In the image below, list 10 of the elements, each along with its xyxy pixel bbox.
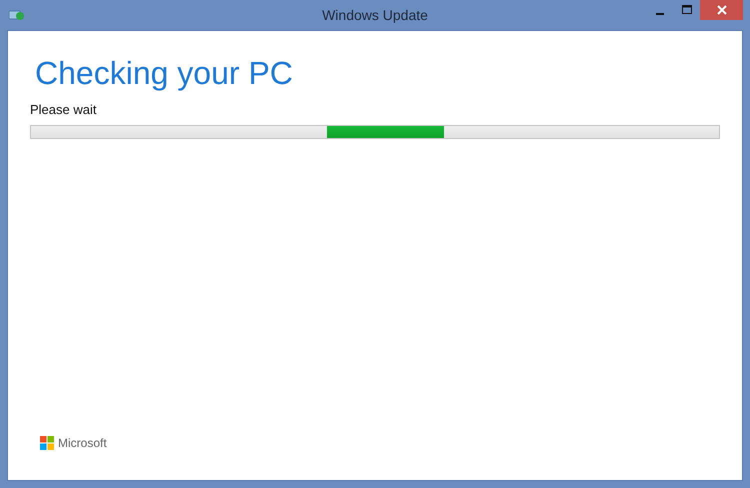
close-icon [716,5,726,15]
minimize-icon [656,12,664,14]
page-heading: Checking your PC [35,55,293,92]
status-text: Please wait [30,102,96,117]
microsoft-logo-icon [40,436,54,450]
close-button[interactable] [700,0,743,20]
brand-name: Microsoft [58,436,107,450]
maximize-icon [682,5,692,15]
app-icon [9,9,25,21]
window-title: Windows Update [321,7,429,23]
